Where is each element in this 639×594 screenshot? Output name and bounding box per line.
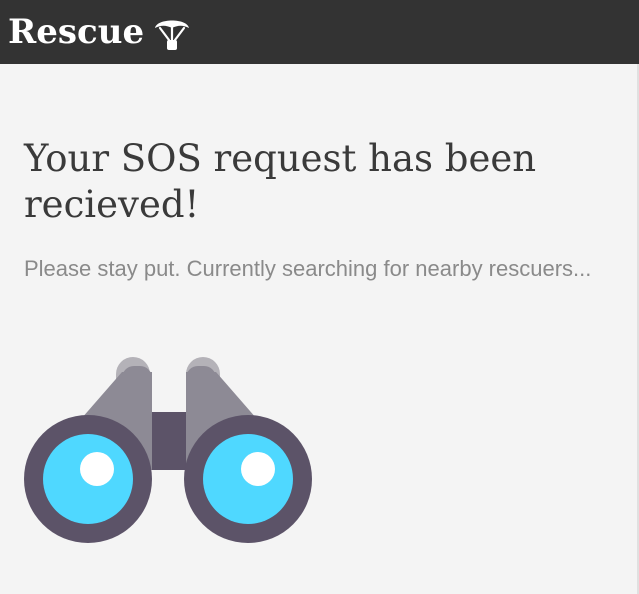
search-status-message: Please stay put. Currently searching for… — [24, 256, 592, 281]
top-app-bar: Rescue — [0, 0, 639, 64]
main-content: Your SOS request has been recieved! Plea… — [24, 136, 624, 284]
binoculars-icon — [24, 352, 314, 547]
brand[interactable]: Rescue — [8, 0, 192, 64]
confirmation-heading: Your SOS request has been recieved! — [24, 137, 537, 226]
brand-title: Rescue — [8, 12, 145, 52]
parachute-icon — [152, 12, 192, 52]
